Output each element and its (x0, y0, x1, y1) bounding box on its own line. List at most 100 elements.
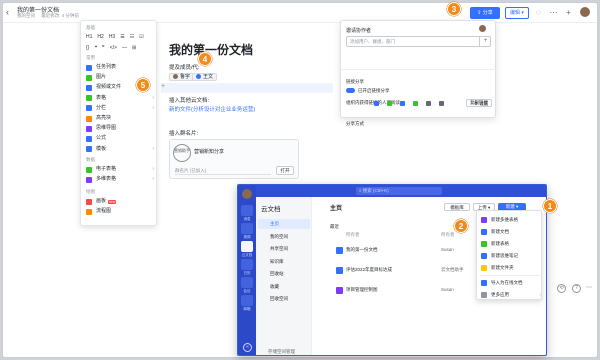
new-menu-item[interactable]: 新建文档 (481, 226, 541, 237)
new-menu-item[interactable]: 导入为在线文档 (481, 277, 541, 288)
insert-item[interactable]: 模板 › (86, 145, 154, 154)
doc-link[interactable]: 新的文件(分析设计对企业业务运营) (169, 105, 255, 113)
mention-chip-1[interactable]: 鲁宇 (169, 73, 195, 81)
app-rail-label: 会议 (243, 289, 251, 293)
insert-item[interactable]: 分栏 › (86, 104, 154, 113)
insert-item-label: 表格 (96, 94, 107, 101)
app-rail-icon[interactable] (241, 205, 253, 216)
collapse-icon[interactable]: « (243, 343, 252, 352)
group-open-button[interactable]: 打开 (276, 166, 294, 175)
insert-item[interactable]: 高亮块 (86, 114, 154, 123)
format-option[interactable]: H2 (97, 34, 103, 40)
storage-link[interactable]: 存储空间管理 (268, 349, 295, 355)
file-name[interactable]: 项目管理控制图 (346, 287, 378, 293)
app-rail-icon[interactable] (241, 295, 253, 306)
share-settings[interactable]: ⚙ 设置 (474, 101, 488, 107)
link-icon[interactable] (426, 101, 431, 106)
avatar[interactable] (579, 7, 590, 18)
bell-icon[interactable]: ◌ (533, 7, 544, 18)
link-share-toggle[interactable] (346, 88, 355, 93)
invite-add-icon[interactable]: + (479, 36, 491, 47)
new-menu-item-icon (481, 264, 487, 271)
more-icon[interactable]: ⋯ (586, 284, 592, 291)
app-rail-icon[interactable] (241, 259, 253, 270)
format-option[interactable]: ⊞ (132, 45, 136, 51)
wechat-icon[interactable] (387, 101, 392, 106)
avatar (479, 25, 491, 32)
chevron-right-icon: › (152, 166, 154, 172)
help-icon[interactable]: ? (572, 284, 581, 293)
insert-item[interactable]: 多维表格 › (86, 175, 154, 184)
insert-plus-icon[interactable]: + (161, 83, 165, 90)
mention-chip-2[interactable]: 王文 (192, 73, 218, 81)
invite-title: 邀请协作者 (346, 28, 372, 34)
fm-nav-item[interactable]: 收藏 (258, 282, 310, 292)
format-option[interactable]: ❝ (94, 45, 97, 51)
format-row-2: {} ❝ ❞ </> — ⊞ (86, 45, 154, 51)
step-marker-5: 5 (136, 78, 150, 92)
new-menu-item[interactable]: 更多应用 › (481, 289, 541, 300)
fm-nav-item[interactable]: 我的空间 (258, 232, 310, 242)
fm-nav-item[interactable]: 回收空间 (258, 294, 310, 304)
insert-item-icon (86, 166, 92, 173)
insert-item-icon (86, 74, 92, 81)
share-button[interactable]: ⇪ 分享 (470, 7, 500, 19)
insert-item[interactable]: 任务列表 (86, 63, 154, 72)
file-name[interactable]: 我的第一份文档 (346, 247, 378, 253)
group-card[interactable]: 营销助手 营销新知分享 群名片 (已加入) 打开 (169, 139, 299, 179)
format-option[interactable]: H3 (109, 34, 115, 40)
new-menu-item[interactable]: 新建表格 (481, 238, 541, 249)
active-line[interactable] (161, 83, 333, 93)
format-option[interactable]: {} (86, 45, 89, 51)
app-rail-icon[interactable] (241, 277, 253, 288)
doc-location: 我的空间 (17, 13, 35, 18)
fm-nav-item[interactable]: 知识库 (258, 257, 310, 267)
new-menu-item[interactable]: 新建思维笔记 (481, 250, 541, 261)
more-icon[interactable]: ⋯ (548, 7, 559, 18)
share-settings-label: 设置 (479, 101, 489, 106)
format-option[interactable]: ❞ (102, 45, 105, 51)
format-option[interactable]: </> (110, 45, 117, 51)
clock-icon[interactable]: ⟲ (557, 284, 566, 293)
new-menu-item[interactable]: 新建多维表格 (481, 214, 541, 225)
file-name[interactable]: 评估2022年度目标达成 (346, 267, 392, 273)
format-option[interactable]: H1 (86, 34, 92, 40)
qq-icon[interactable] (400, 101, 405, 106)
insert-item[interactable]: 表格 › (86, 94, 154, 103)
add-icon[interactable]: + (563, 7, 574, 18)
insert-item[interactable]: 画板 new (86, 197, 154, 206)
insert-item-icon (86, 115, 92, 122)
template-button[interactable]: 模板库 (444, 203, 470, 211)
format-option[interactable]: — (122, 45, 127, 51)
file-owner: 云文档助手 (441, 267, 464, 272)
new-badge: new (108, 199, 117, 204)
insert-item[interactable]: 电子表格 › (86, 165, 154, 174)
format-option[interactable]: ☰ (120, 34, 124, 40)
moments-icon[interactable] (413, 101, 418, 106)
edit-button[interactable]: 编辑 ▾ (505, 7, 529, 19)
step-marker-2: 2 (454, 219, 468, 233)
new-menu-item-label: 新建文档 (491, 229, 509, 234)
app-rail-icon[interactable] (241, 241, 253, 252)
format-option[interactable]: ☑ (139, 34, 143, 40)
insert-item-label: 多维表格 (96, 176, 117, 182)
fm-nav-item[interactable]: 主页 (258, 219, 310, 229)
insert-item-label: 电子表格 (96, 166, 117, 172)
fm-col-name: 所有者 (346, 232, 360, 237)
format-option[interactable]: ☷ (130, 34, 134, 40)
app-rail-icon[interactable] (241, 223, 253, 234)
insert-item-icon (86, 146, 92, 153)
new-menu-item-icon (481, 291, 487, 298)
new-menu-item[interactable]: 新建文件夹 (481, 262, 541, 273)
insert-item[interactable]: 流程图 (86, 207, 154, 216)
insert-item[interactable]: 思维导图 (86, 124, 154, 133)
invite-input[interactable]: 添加用户、群组、部门 (346, 36, 491, 47)
fm-search-input[interactable]: ⌕ 搜索 (Ctrl+K) (356, 187, 442, 195)
avatar[interactable] (242, 189, 252, 199)
fm-nav-item[interactable]: 共享空间 (258, 244, 310, 254)
insert-item[interactable]: 公式 (86, 134, 154, 143)
fm-nav-item[interactable]: 回收站 (258, 269, 310, 279)
qrcode-icon[interactable] (439, 101, 444, 106)
feishu-icon[interactable] (374, 101, 379, 106)
back-icon[interactable]: ‹ (6, 7, 14, 17)
